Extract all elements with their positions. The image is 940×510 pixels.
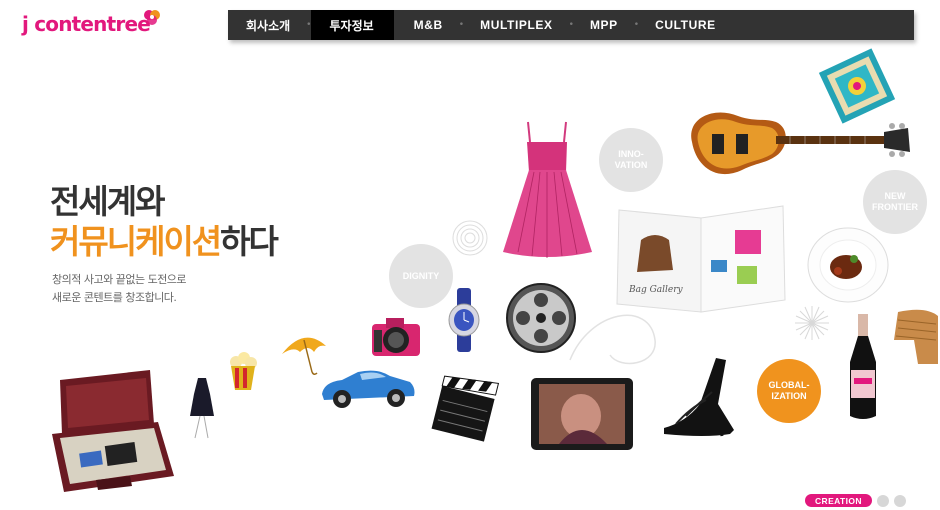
headline-highlight: 커뮤니케이션 [50, 222, 222, 261]
food-plate-icon[interactable] [806, 225, 890, 303]
main-nav: 회사소개 • 투자정보 M&B • MULTIPLEX • MPP • CULT… [228, 10, 914, 40]
tablet-icon[interactable] [529, 376, 635, 452]
nav-item-investor[interactable]: 투자정보 [311, 10, 394, 40]
starburst-decoration-icon [795, 306, 829, 340]
nav-label: CULTURE [655, 18, 716, 32]
small-dress-icon[interactable] [186, 376, 218, 440]
logo-flower-icon [144, 10, 160, 25]
guitar-icon[interactable] [680, 104, 915, 184]
briefcase-icon[interactable] [46, 368, 178, 496]
magazine-caption: Bag Gallery [628, 285, 684, 295]
hero-headline: 전세계와 커뮤니케이션하다 [50, 182, 279, 262]
bubble-innovation[interactable]: INNO- VATION [599, 128, 663, 192]
bubble-globalization[interactable]: GLOBAL- IZATION [757, 359, 821, 423]
pagination-active-label[interactable]: CREATION [805, 494, 872, 507]
nav-item-mnb[interactable]: M&B [394, 10, 459, 40]
clapperboard-icon[interactable] [431, 372, 500, 442]
watch-icon[interactable] [447, 288, 481, 352]
camera-icon[interactable] [370, 316, 422, 358]
pagination-dot[interactable] [893, 494, 906, 507]
nav-item-mpp[interactable]: MPP [574, 10, 634, 40]
headline-rest: 하다 [220, 222, 279, 261]
champagne-icon[interactable] [846, 312, 880, 424]
nav-label: 회사소개 [246, 18, 291, 33]
film-reel-icon[interactable] [505, 282, 577, 354]
magazine-icon[interactable]: Bag Gallery [615, 200, 787, 318]
headline-line2: 커뮤니케이션하다 [50, 222, 279, 262]
subtext-line2: 새로운 콘텐트를 창조합니다. [52, 291, 177, 304]
popcorn-icon[interactable] [226, 352, 260, 392]
nav-item-company[interactable]: 회사소개 [228, 10, 306, 40]
dress-icon[interactable] [500, 120, 595, 260]
slide-pagination: CREATION [805, 494, 906, 507]
nav-item-multiplex[interactable]: MULTIPLEX [464, 10, 569, 40]
subtext-line1: 창의적 사고와 끝없는 도전으로 [52, 273, 187, 286]
pagination-dot[interactable] [876, 494, 889, 507]
brand-logo[interactable]: j contentree [22, 10, 160, 38]
hero-subtext: 창의적 사고와 끝없는 도전으로 새로운 콘텐트를 창조합니다. [52, 271, 187, 307]
nav-label: MPP [589, 18, 618, 32]
nav-item-culture[interactable]: CULTURE [639, 10, 732, 40]
car-icon[interactable] [318, 366, 418, 412]
nav-label: M&B [413, 18, 443, 32]
logo-text: j contentree [22, 12, 151, 36]
nav-label: 투자정보 [329, 18, 374, 33]
bubble-dignity[interactable]: DIGNITY [389, 244, 453, 308]
chair-icon[interactable] [890, 306, 940, 366]
heels-icon[interactable] [656, 352, 746, 438]
swirl-decoration-icon [452, 220, 488, 256]
nav-label: MULTIPLEX [480, 18, 553, 32]
headline-line1: 전세계와 [50, 182, 165, 221]
